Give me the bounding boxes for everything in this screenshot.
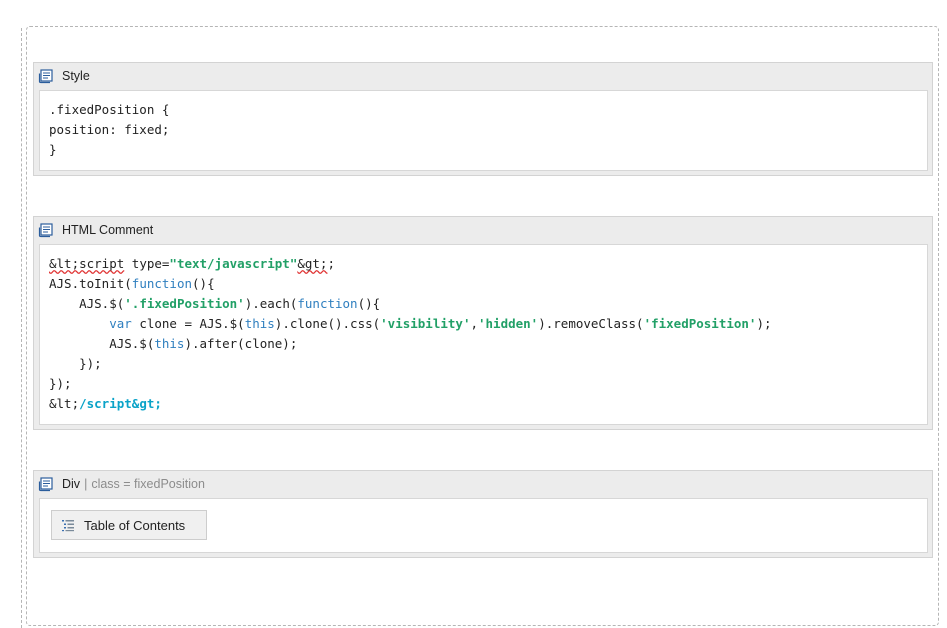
style-macro-header[interactable]: Style [34, 63, 932, 88]
code-line: } [49, 142, 57, 157]
code-token: AJS.$( [49, 296, 125, 311]
code-string: 'fixedPosition' [643, 316, 757, 331]
code-token: ).clone().css( [274, 316, 381, 331]
code-token: AJS.$( [49, 336, 155, 351]
code-line: var clone = AJS.$(this).clone().css('vis… [49, 314, 927, 334]
macro-scroll-icon [38, 68, 54, 84]
code-token: &lt;script [49, 256, 125, 271]
div-macro-title: Div [62, 476, 81, 491]
html-comment-macro-title: HTML Comment [62, 222, 154, 237]
code-string: 'hidden' [478, 316, 539, 331]
code-line: position: fixed; [49, 122, 170, 137]
div-macro-param: class = fixedPosition [91, 476, 205, 491]
code-line: AJS.toInit(function(){ [49, 274, 927, 294]
div-macro-body[interactable]: Table of Contents [39, 498, 928, 553]
code-keyword: function [131, 276, 193, 291]
code-line: AJS.$('.fixedPosition').each(function(){ [49, 294, 927, 314]
style-macro-title: Style [62, 68, 90, 83]
code-token: ).after(clone); [184, 336, 298, 351]
table-of-contents-label: Table of Contents [84, 517, 186, 533]
code-string: '.fixedPosition' [124, 296, 245, 311]
code-line: &lt;script type="text/javascript"&gt;; [49, 254, 927, 274]
macro-scroll-icon [38, 476, 54, 492]
code-token: ; [327, 256, 335, 271]
code-token: clone = AJS.$( [131, 316, 245, 331]
code-token: &lt; [49, 396, 80, 411]
code-token: ).removeClass( [538, 316, 644, 331]
code-token: AJS.toInit( [49, 276, 132, 291]
code-token: type= [124, 256, 170, 271]
code-token: , [470, 316, 478, 331]
code-line: AJS.$(this).after(clone); [49, 334, 927, 354]
code-string: 'visibility' [380, 316, 471, 331]
style-macro-body[interactable]: .fixedPosition { position: fixed;} [39, 90, 928, 171]
code-token: ).each( [244, 296, 298, 311]
code-keyword: this [244, 316, 275, 331]
style-macro[interactable]: Style .fixedPosition { position: fixed;} [33, 62, 933, 176]
div-macro[interactable]: Div | class = fixedPosition Table of Con… [33, 470, 933, 558]
code-token: (){ [357, 296, 381, 311]
code-token: (){ [192, 276, 215, 291]
code-token: ); [756, 316, 772, 331]
code-line: }); [49, 376, 72, 391]
code-keyword: var [49, 316, 132, 331]
code-token: &gt; [297, 256, 328, 271]
div-macro-header[interactable]: Div | class = fixedPosition [34, 471, 932, 496]
param-separator: | [84, 476, 88, 491]
left-column-guide [21, 28, 22, 628]
html-comment-macro[interactable]: HTML Comment &lt;script type="text/javas… [33, 216, 933, 430]
code-keyword: this [154, 336, 185, 351]
table-of-contents-button[interactable]: Table of Contents [51, 510, 207, 540]
html-comment-code[interactable]: &lt;script type="text/javascript"&gt;; AJ… [40, 245, 927, 414]
code-line: }); [49, 356, 102, 371]
style-code[interactable]: .fixedPosition { position: fixed;} [40, 91, 927, 160]
code-tag: /script&gt; [79, 396, 162, 411]
html-comment-macro-header[interactable]: HTML Comment [34, 217, 932, 242]
code-line: &lt;/script&gt; [49, 394, 927, 414]
macro-scroll-icon [38, 222, 54, 238]
toc-list-icon [60, 517, 76, 533]
code-keyword: function [297, 296, 358, 311]
html-comment-macro-body[interactable]: &lt;script type="text/javascript"&gt;; AJ… [39, 244, 928, 425]
code-line: .fixedPosition { [49, 102, 170, 117]
code-string: "text/javascript" [169, 256, 298, 271]
